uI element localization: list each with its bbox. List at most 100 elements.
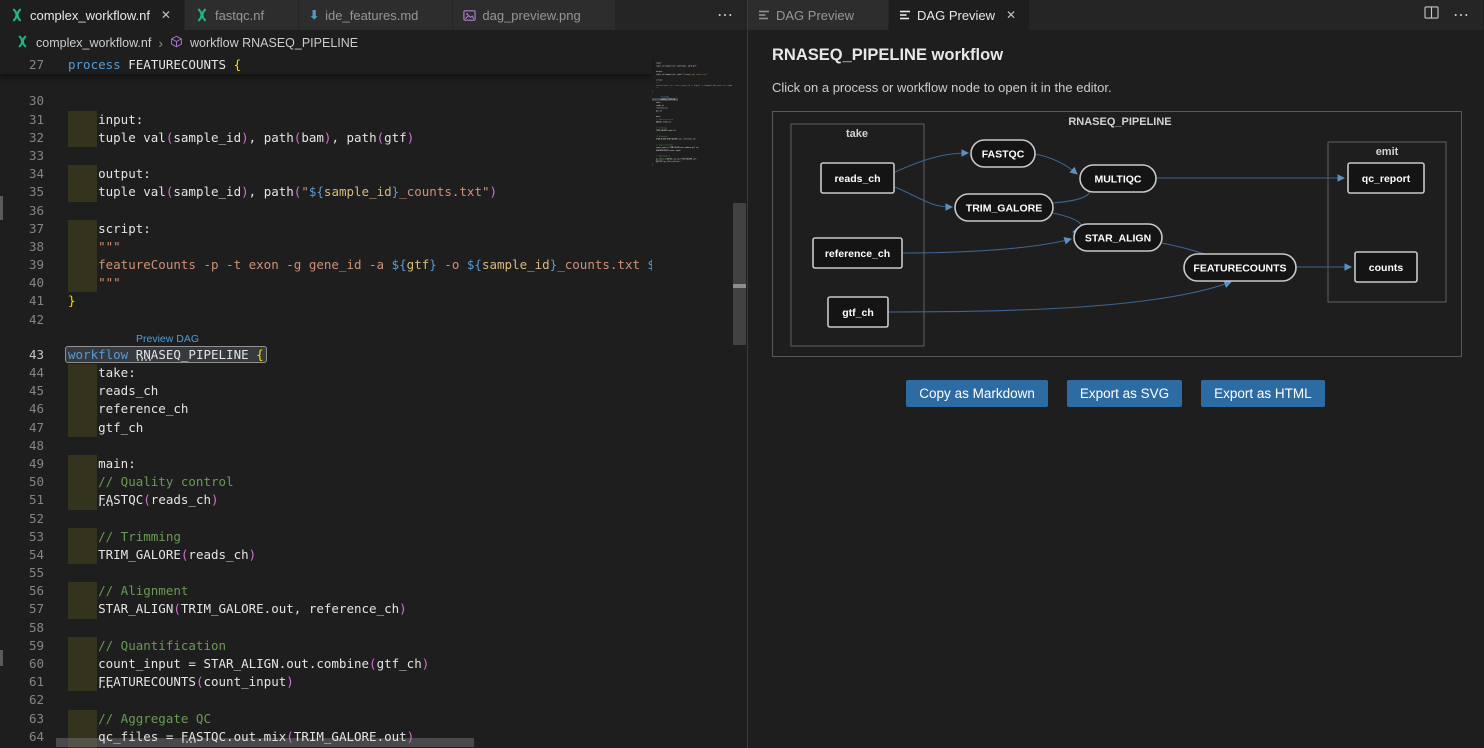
code-line[interactable]: 42 [0, 311, 652, 329]
close-icon[interactable]: ✕ [1003, 8, 1019, 22]
tab-dag-preview-inactive[interactable]: DAG Preview [748, 0, 889, 30]
tab-label: fastqc.nf [215, 8, 264, 23]
tab-complex-workflow[interactable]: complex_workflow.nf ✕ [0, 0, 185, 30]
tab-fastqc[interactable]: fastqc.nf [185, 0, 299, 30]
code-line[interactable]: 60 count_input = STAR_ALIGN.out.combine(… [0, 655, 652, 673]
code-line[interactable]: 62 [0, 691, 652, 709]
breadcrumb-file[interactable]: complex_workflow.nf [36, 36, 151, 50]
image-icon [463, 9, 476, 22]
code-editor[interactable]: 27process FEATURECOUNTS { 3031 input:32 … [0, 56, 747, 748]
code-line[interactable]: 63 // Aggregate QC [0, 710, 652, 728]
code-line[interactable] [0, 74, 652, 92]
code-line[interactable]: 47 gtf_ch [0, 419, 652, 437]
tab-label: dag_preview.png [482, 8, 580, 23]
svg-text:FEATURECOUNTS: FEATURECOUNTS [1193, 263, 1286, 275]
breadcrumb-symbol[interactable]: workflow RNASEQ_PIPELINE [190, 36, 358, 50]
node-qc-report[interactable]: qc_report [1348, 163, 1424, 193]
svg-text:reads_ch: reads_ch [834, 173, 880, 185]
code-line[interactable]: 54 TRIM_GALORE(reads_ch) [0, 546, 652, 564]
svg-text:take: take [846, 128, 868, 140]
export-as-svg-button[interactable]: Export as SVG [1067, 380, 1182, 407]
tab-bar-right: DAG Preview DAG Preview ✕ ⋯ [748, 0, 1483, 30]
tab-bar-left: complex_workflow.nf ✕ fastqc.nf ⬇ ide_fe… [0, 0, 747, 30]
code-line[interactable]: 66} [652, 163, 732, 166]
node-multiqc[interactable]: MULTIQC [1080, 165, 1156, 192]
svg-text:TRIM_GALORE: TRIM_GALORE [966, 203, 1042, 215]
code-lines[interactable]: 3031 input:32 tuple val(sample_id), path… [0, 74, 652, 748]
node-counts[interactable]: counts [1355, 252, 1417, 282]
node-featurecounts[interactable]: FEATURECOUNTS [1184, 254, 1296, 281]
code-line[interactable]: 48 [0, 437, 652, 455]
code-line[interactable]: 27process FEATURECOUNTS { [0, 56, 652, 74]
copy-as-markdown-button[interactable]: Copy as Markdown [906, 380, 1048, 407]
svg-text:MULTIQC: MULTIQC [1094, 174, 1141, 186]
code-line[interactable]: 51 FASTQC(reads_ch) [0, 491, 652, 509]
editor-group-left: complex_workflow.nf ✕ fastqc.nf ⬇ ide_fe… [0, 0, 748, 748]
code-line[interactable]: 34 output: [0, 165, 652, 183]
code-line[interactable]: 31 input: [0, 111, 652, 129]
vertical-scrollbar[interactable] [732, 56, 747, 748]
code-line[interactable]: 49 main: [0, 455, 652, 473]
code-line[interactable]: 40 """ [0, 274, 652, 292]
tab-label: DAG Preview [917, 8, 995, 23]
scrollbar-thumb[interactable] [733, 203, 746, 345]
svg-text:gtf_ch: gtf_ch [842, 307, 874, 319]
minimap[interactable]: 3031 input:32 tuple val(sample_id), path… [652, 56, 732, 748]
tab-dag-preview-active[interactable]: DAG Preview ✕ [889, 0, 1030, 30]
export-buttons: Copy as Markdown Export as SVG Export as… [772, 380, 1459, 407]
code-line[interactable]: 46 reference_ch [0, 400, 652, 418]
svg-text:FASTQC: FASTQC [982, 149, 1025, 161]
editor-group-right: DAG Preview DAG Preview ✕ ⋯ RNASEQ_PIPEL… [748, 0, 1483, 748]
split-editor-icon[interactable] [1424, 6, 1439, 24]
code-line[interactable]: 59 // Quantification [0, 637, 652, 655]
code-line[interactable]: 58 [0, 619, 652, 637]
code-line[interactable]: 52 [0, 510, 652, 528]
code-line[interactable]: 33 [0, 147, 652, 165]
code-line[interactable]: 32 tuple val(sample_id), path(bam), path… [0, 129, 652, 147]
svg-text:qc_report: qc_report [1362, 173, 1411, 185]
node-reads-ch[interactable]: reads_ch [821, 163, 894, 193]
code-line[interactable]: 36 [0, 202, 652, 220]
code-line[interactable]: 57 STAR_ALIGN(TRIM_GALORE.out, reference… [0, 600, 652, 618]
tab-ide-features[interactable]: ⬇ ide_features.md [299, 0, 453, 30]
node-fastqc[interactable]: FASTQC [971, 140, 1035, 167]
dag-preview-panel: RNASEQ_PIPELINE workflow Click on a proc… [748, 30, 1483, 748]
node-gtf-ch[interactable]: gtf_ch [828, 297, 888, 327]
code-line[interactable]: 53 // Trimming [0, 528, 652, 546]
more-actions-icon[interactable]: ⋯ [717, 0, 747, 30]
tab-label: DAG Preview [776, 8, 854, 23]
code-line[interactable]: 30 [0, 92, 652, 110]
export-as-html-button[interactable]: Export as HTML [1201, 380, 1325, 407]
code-line[interactable]: 37 script: [0, 220, 652, 238]
code-line[interactable]: 50 // Quality control [0, 473, 652, 491]
dag-title: RNASEQ_PIPELINE [1068, 116, 1171, 128]
sticky-scroll-line[interactable]: 27process FEATURECOUNTS { [0, 56, 652, 74]
code-line[interactable]: 55 [0, 564, 652, 582]
tab-label: ide_features.md [325, 8, 418, 23]
gutter-decoration [0, 196, 3, 220]
symbol-highlight: workflow RNASEQ_PIPELINE { [65, 346, 267, 363]
code-line[interactable]: 44 take: [0, 364, 652, 382]
code-line[interactable]: 61 FEATURECOUNTS(count_input) [0, 673, 652, 691]
preview-icon [758, 9, 770, 21]
codelens-preview-dag-link[interactable]: Preview DAG [68, 333, 199, 345]
node-reference-ch[interactable]: reference_ch [813, 238, 902, 268]
code-line[interactable]: 43workflow RNASEQ_PIPELINE { [0, 346, 652, 364]
code-line[interactable]: 41} [0, 292, 652, 310]
close-icon[interactable]: ✕ [158, 8, 174, 22]
code-line[interactable]: 45 reads_ch [0, 382, 652, 400]
node-trim-galore[interactable]: TRIM_GALORE [955, 194, 1053, 221]
node-star-align[interactable]: STAR_ALIGN [1074, 224, 1162, 251]
code-line[interactable]: 39 featureCounts -p -t exon -g gene_id -… [0, 256, 652, 274]
tab-dag-preview-png[interactable]: dag_preview.png [453, 0, 615, 30]
code-line[interactable]: 56 // Alignment [0, 582, 652, 600]
nextflow-icon [10, 8, 24, 22]
more-actions-icon[interactable]: ⋯ [1453, 5, 1469, 25]
svg-text:reference_ch: reference_ch [825, 248, 890, 260]
code-line[interactable]: 38 """ [0, 238, 652, 256]
nextflow-icon [16, 35, 29, 51]
codelens-row[interactable]: Preview DAG [0, 329, 652, 346]
code-line[interactable]: 35 tuple val(sample_id), path("${sample_… [0, 183, 652, 201]
breadcrumb: complex_workflow.nf › workflow RNASEQ_PI… [0, 30, 747, 56]
code-line[interactable]: 64 qc_files = FASTQC.out.mix(TRIM_GALORE… [0, 728, 652, 746]
